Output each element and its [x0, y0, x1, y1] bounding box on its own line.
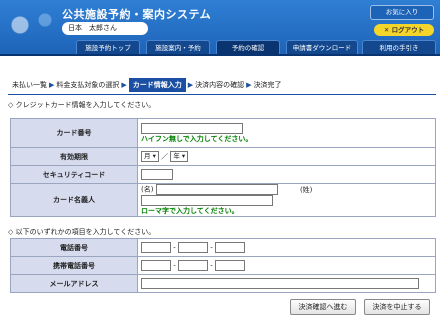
phone-input-2[interactable]	[178, 242, 208, 253]
mobile-input-2[interactable]	[178, 260, 208, 271]
mobile-input-3[interactable]	[215, 260, 245, 271]
email-label: メールアドレス	[10, 274, 138, 293]
contact-table: 電話番号 - - 携帯電話番号 - - メールアドレス	[10, 238, 436, 293]
card-number-cell: ハイフン無しで入力してください。	[137, 118, 436, 148]
tab-form-download[interactable]: 申請書ダウンロード	[286, 40, 358, 55]
step-unpaid-list: 未払い一覧	[12, 81, 47, 89]
phone-dash-1: -	[173, 243, 176, 252]
logout-button[interactable]: ✕ ログアウト	[374, 24, 434, 36]
tab-facility-guide[interactable]: 施設案内・予約	[146, 40, 210, 55]
card-number-note: ハイフン無しで入力してください。	[141, 134, 253, 143]
card-number-label: カード番号	[10, 118, 138, 148]
phone-dash-2: -	[210, 243, 213, 252]
security-code-label: セキュリティコード	[10, 165, 138, 184]
step-select-payment: 料金支払対象の選択	[56, 81, 120, 89]
favorites-button[interactable]: お気に入り	[370, 5, 434, 20]
confirm-payment-button[interactable]: 決済確認へ進む	[290, 299, 356, 315]
expiry-label: 有効期限	[10, 147, 138, 166]
user-name-badge: 日本 太郎さん	[62, 22, 148, 35]
progress-steps: 未払い一覧 ▶ 料金支払対象の選択 ▶ カード情報入力 ▶ 決済内容の確認 ▶ 決済完了	[12, 78, 282, 92]
email-input[interactable]	[141, 278, 419, 289]
phone-label: 電話番号	[10, 238, 138, 257]
phone-input-3[interactable]	[215, 242, 245, 253]
email-cell	[137, 274, 436, 293]
steps-divider	[8, 94, 436, 95]
contact-instruction: ◇ 以下のいずれかの項目を入力してください。	[8, 228, 156, 236]
card-instruction: ◇ クレジットカード情報を入力してください。	[8, 101, 156, 109]
step-arrow-icon: ▶	[187, 81, 194, 89]
step-arrow-icon: ▶	[246, 81, 252, 89]
security-code-cell	[137, 165, 436, 184]
mobile-dash-1: -	[173, 261, 176, 270]
given-name-input[interactable]	[155, 184, 278, 195]
step-card-input: カード情報入力	[128, 78, 186, 92]
mobile-input-1[interactable]	[141, 260, 171, 271]
tab-reservation-check[interactable]: 予約の確認	[216, 40, 280, 55]
mobile-label: 携帯電話番号	[10, 256, 138, 275]
cardholder-note: ローマ字で入力してください。	[141, 207, 239, 215]
site-title: 公共施設予約・案内システム	[62, 8, 212, 21]
card-number-input[interactable]	[141, 122, 243, 134]
tab-facility-top[interactable]: 施設予約トップ	[76, 40, 140, 55]
family-name-input[interactable]	[141, 195, 273, 206]
expiry-cell: 月 ▾ ／ 年 ▾	[137, 147, 436, 166]
cancel-payment-button[interactable]: 決済を中止する	[364, 299, 430, 315]
expiry-month-value: 月	[144, 152, 151, 160]
phone-input-1[interactable]	[141, 242, 171, 253]
phone-cell: - -	[137, 238, 436, 257]
step-arrow-icon: ▶	[49, 81, 55, 89]
mobile-cell: - -	[137, 256, 436, 275]
site-header: 公共施設予約・案内システム 日本 太郎さん お気に入り ✕ ログアウト 施設予約…	[0, 0, 440, 56]
expiry-year-value: 年	[173, 152, 180, 160]
mobile-dash-2: -	[210, 261, 213, 270]
family-name-label: (姓)	[299, 185, 313, 194]
step-confirm: 決済内容の確認	[195, 81, 245, 89]
expiry-year-select[interactable]: 年 ▾	[170, 151, 189, 162]
expiry-month-select[interactable]: 月 ▾	[141, 151, 159, 162]
step-complete: 決済完了	[253, 81, 282, 89]
security-code-input[interactable]	[141, 169, 173, 180]
step-arrow-icon: ▶	[121, 81, 127, 89]
tab-usage-guide[interactable]: 利用の手引き	[362, 40, 436, 55]
cardholder-cell: (名) (姓) ローマ字で入力してください。	[137, 183, 436, 217]
expiry-slash: ／	[161, 152, 169, 161]
given-name-label: (名)	[141, 185, 154, 194]
nav-underline	[0, 54, 440, 56]
cardholder-label: カード名義人	[10, 183, 138, 217]
card-info-table: カード番号 ハイフン無しで入力してください。 有効期限 月 ▾ ／ 年 ▾ セキ…	[10, 118, 436, 217]
